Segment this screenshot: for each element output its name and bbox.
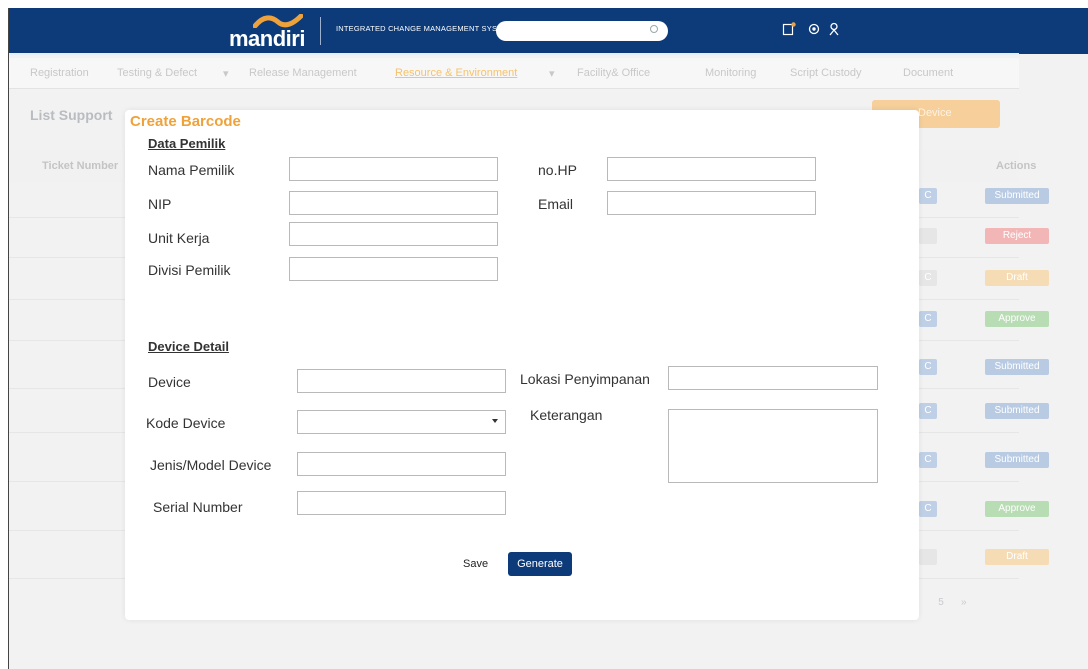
create-barcode-modal — [125, 110, 919, 620]
label-kode-device: Kode Device — [146, 415, 226, 431]
divisi-pemilik-input[interactable] — [289, 257, 498, 281]
status-badge[interactable]: Reject — [985, 228, 1049, 244]
search-icon — [650, 25, 658, 33]
no-hp-input[interactable] — [607, 157, 816, 181]
row-action-chip[interactable] — [919, 228, 937, 244]
main-menu: Registration Testing & Defect ▾ Release … — [9, 58, 1019, 89]
header-underline — [9, 53, 1019, 55]
menu-document[interactable]: Document — [903, 67, 953, 79]
nip-input[interactable] — [289, 191, 498, 215]
unit-kerja-input[interactable] — [289, 222, 498, 246]
label-lokasi-penyimpanan: Lokasi Penyimpanan — [520, 371, 650, 387]
add-device-label: Device — [918, 107, 952, 119]
status-badge[interactable]: Submitted — [985, 188, 1049, 204]
menu-resource-environment-caret[interactable]: ▾ — [549, 67, 555, 80]
pagination: 5 » — [931, 597, 974, 608]
status-badge[interactable]: Submitted — [985, 452, 1049, 468]
menu-testing-defect-caret[interactable]: ▾ — [223, 67, 229, 80]
menu-release-management[interactable]: Release Management — [249, 67, 357, 79]
header-divider — [320, 17, 321, 45]
row-action-chip[interactable]: C — [919, 270, 937, 286]
jenis-model-device-input[interactable] — [297, 452, 506, 476]
row-action-chip[interactable]: C — [919, 452, 937, 468]
label-keterangan: Keterangan — [530, 407, 603, 423]
column-ticket-number: Ticket Number — [42, 160, 119, 172]
row-action-chip[interactable]: C — [919, 311, 937, 327]
column-actions: Actions — [996, 160, 1037, 172]
label-nama-pemilik: Nama Pemilik — [148, 162, 235, 178]
app-title: INTEGRATED CHANGE MANAGEMENT SYSTEM — [336, 24, 514, 33]
menu-testing-defect[interactable]: Testing & Defect — [117, 67, 197, 79]
row-action-chip[interactable]: C — [919, 188, 937, 204]
generate-button[interactable]: Generate — [508, 552, 572, 576]
nama-pemilik-input[interactable] — [289, 157, 498, 181]
label-no-hp: no.HP — [538, 162, 577, 178]
status-badge[interactable]: Approve — [985, 501, 1049, 517]
kode-device-select[interactable] — [297, 410, 506, 434]
top-header: mandiri INTEGRATED CHANGE MANAGEMENT SYS… — [9, 8, 1088, 55]
page-title: List Support — [30, 107, 113, 123]
label-divisi-pemilik: Divisi Pemilik — [148, 262, 231, 278]
page-5-button[interactable]: 5 — [931, 597, 951, 608]
status-badge[interactable]: Draft — [985, 270, 1049, 286]
row-action-chip[interactable]: C — [919, 501, 937, 517]
menu-script-custody[interactable]: Script Custody — [790, 67, 862, 79]
keterangan-textarea[interactable] — [668, 409, 878, 483]
email-input[interactable] — [607, 191, 816, 215]
status-badge[interactable]: Approve — [985, 311, 1049, 327]
section-device-detail: Device Detail — [148, 339, 229, 354]
user-icon[interactable] — [827, 22, 841, 39]
row-action-chip[interactable]: C — [919, 403, 937, 419]
label-serial-number: Serial Number — [153, 499, 243, 515]
chevron-down-icon — [492, 419, 498, 423]
mandiri-logo[interactable]: mandiri — [229, 14, 309, 51]
status-badge[interactable]: Submitted — [985, 403, 1049, 419]
status-badge[interactable]: Submitted — [985, 359, 1049, 375]
menu-resource-environment[interactable]: Resource & Environment — [395, 67, 517, 79]
modal-title: Create Barcode — [130, 113, 241, 130]
label-nip: NIP — [148, 196, 172, 212]
status-badge[interactable]: Draft — [985, 549, 1049, 565]
menu-registration[interactable]: Registration — [30, 67, 89, 79]
row-action-chip[interactable]: C — [919, 359, 937, 375]
save-button[interactable]: Save — [463, 558, 488, 570]
section-data-pemilik: Data Pemilik — [148, 136, 226, 151]
search-input[interactable] — [496, 21, 668, 41]
label-jenis-model-device: Jenis/Model Device — [150, 457, 272, 473]
lokasi-penyimpanan-input[interactable] — [668, 366, 878, 390]
device-input[interactable] — [297, 369, 506, 393]
next-page-button[interactable]: » — [954, 597, 974, 608]
label-unit-kerja: Unit Kerja — [148, 230, 210, 246]
serial-number-input[interactable] — [297, 491, 506, 515]
label-device: Device — [148, 374, 191, 390]
report-icon[interactable] — [782, 22, 796, 39]
logo-text: mandiri — [229, 26, 305, 51]
menu-monitoring[interactable]: Monitoring — [705, 67, 756, 79]
menu-facility-office[interactable]: Facility& Office — [577, 67, 650, 79]
row-action-chip[interactable] — [919, 549, 937, 565]
label-email: Email — [538, 196, 574, 212]
settings-icon[interactable] — [807, 22, 821, 39]
